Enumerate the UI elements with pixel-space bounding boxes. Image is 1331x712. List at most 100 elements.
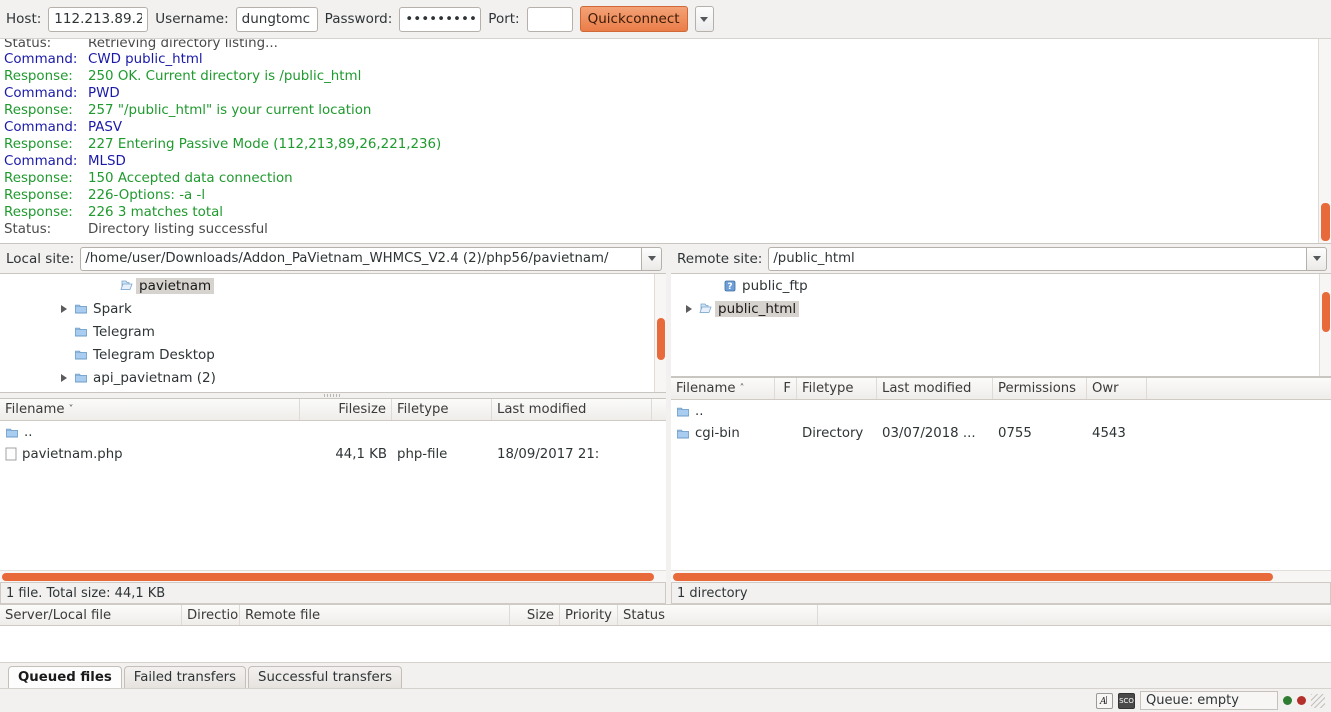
file-list-row[interactable]: .. — [0, 421, 666, 443]
message-log-pane[interactable]: Status: Retrieving directory listing... Co… — [0, 39, 1331, 244]
svg-text:A: A — [1099, 697, 1107, 706]
log-row-type: Status: — [4, 39, 52, 51]
queue-column-header-priority[interactable]: Priority — [560, 605, 618, 625]
column-header-filetype[interactable]: Filetype — [392, 399, 492, 420]
sort-descending-icon: ˅ — [68, 404, 74, 415]
queue-column-header-directio[interactable]: Directio — [182, 605, 240, 625]
scrollbar-thumb[interactable] — [1322, 292, 1330, 332]
tree-item-public-ftp[interactable]: ? public_ftp — [671, 274, 1331, 297]
file-name-cell: .. — [671, 404, 775, 419]
tree-item-pavietnam[interactable]: pavietnam — [0, 274, 666, 297]
scrollbar-thumb[interactable] — [1321, 203, 1330, 241]
message-log-list: Status: Retrieving directory listing... Co… — [0, 39, 1331, 238]
remote-site-dropdown-button[interactable] — [1306, 246, 1327, 271]
local-status-bar: 1 file. Total size: 44,1 KB — [0, 582, 666, 604]
remote-file-list-header: Filename ˄ F Filetype Last modified Permissio… — [671, 378, 1331, 400]
username-input[interactable] — [235, 6, 318, 32]
log-row-message: 226 3 matches total — [88, 205, 224, 220]
local-site-path-input[interactable]: /home/user/Downloads/Addon_PaVietnam_WHM… — [80, 246, 641, 271]
tree-item-icon — [118, 279, 136, 292]
queue-column-header-remote-file[interactable]: Remote file — [240, 605, 510, 625]
chevron-right-icon[interactable] — [56, 305, 72, 313]
remote-tree-vertical-scrollbar[interactable] — [1319, 274, 1331, 376]
remote-site-label: Remote site: — [677, 250, 763, 267]
tree-item-public-html[interactable]: public_html — [671, 297, 1331, 320]
tree-item-spark[interactable]: Spark — [0, 297, 666, 320]
column-header-filesize[interactable]: Filesize — [300, 399, 392, 420]
host-input[interactable] — [48, 6, 149, 32]
chevron-right-icon[interactable] — [56, 374, 72, 382]
remote-directory-tree[interactable]: ? public_ftp public_html — [671, 273, 1331, 377]
log-row: Response: 250 OK. Current directory is /p… — [0, 68, 1331, 85]
file-list-row[interactable]: pavietnam.php 44,1 KB php-file 18/09/2017 2… — [0, 443, 666, 465]
tree-item-telegram-desktop[interactable]: Telegram Desktop — [0, 343, 666, 366]
column-header-filename[interactable]: Filename ˅ — [0, 399, 300, 420]
log-row-message: MLSD — [88, 154, 126, 169]
chevron-right-icon[interactable] — [681, 305, 697, 313]
queue-column-header-size[interactable]: Size — [510, 605, 560, 625]
log-row-type: Response: — [4, 205, 73, 220]
tab-successful-transfers[interactable]: Successful transfers — [248, 666, 403, 688]
local-site-dropdown-button[interactable] — [641, 246, 662, 271]
local-file-list-body[interactable]: .. pavietnam.php 44,1 KB php-file 18/09/2017… — [0, 421, 666, 570]
column-header-label: Filetype — [397, 402, 449, 417]
local-directory-tree[interactable]: pavietnam Spark Telegram Telegram Desktop ap… — [0, 273, 666, 393]
remote-file-list: Filename ˄ F Filetype Last modified Permissio… — [671, 377, 1331, 582]
tab-failed-transfers[interactable]: Failed transfers — [123, 666, 247, 688]
local-file-list: Filename ˅ Filesize Filetype Last modified .… — [0, 398, 666, 582]
log-row-message: CWD public_html — [88, 52, 203, 67]
quickconnect-dropdown-button[interactable] — [694, 6, 714, 32]
remote-site-path-input[interactable]: /public_html — [768, 246, 1306, 271]
local-tree-vertical-scrollbar[interactable] — [654, 274, 666, 392]
resize-grip-icon[interactable] — [1311, 693, 1325, 708]
remote-list-horizontal-scrollbar[interactable] — [671, 570, 1331, 582]
file-list-row[interactable]: cgi-bin Directory 03/07/2018 ... 0755 4543 — [671, 422, 1331, 444]
queue-column-header-status[interactable]: Status — [618, 605, 818, 625]
file-name-label: .. — [24, 424, 33, 440]
tab-queued-files[interactable]: Queued files — [8, 666, 122, 688]
transfer-queue: Server/Local file Directio Remote file Size… — [0, 604, 1331, 688]
column-header-filetype[interactable]: Filetype — [797, 378, 877, 399]
column-header-permissions[interactable]: Permissions — [993, 378, 1087, 399]
message-log-vertical-scrollbar[interactable] — [1318, 39, 1331, 243]
log-row: Response: 257 "/public_html" is your curr… — [0, 102, 1331, 119]
tree-item-label: Spark — [93, 300, 132, 317]
remote-site-combo[interactable]: /public_html — [768, 246, 1327, 271]
column-header-owr[interactable]: Owr — [1087, 378, 1147, 399]
tree-item-api-pavietnam-2[interactable]: api_pavietnam (2) — [0, 366, 666, 389]
file-list-row[interactable]: .. — [671, 400, 1331, 422]
chevron-down-icon — [647, 256, 656, 261]
queue-body[interactable] — [0, 626, 1331, 662]
tree-item-label: pavietnam — [136, 277, 215, 294]
local-list-horizontal-scrollbar[interactable] — [0, 570, 666, 582]
column-header-f[interactable]: F — [775, 378, 797, 399]
queue-column-header-server-local-file[interactable]: Server/Local file — [0, 605, 182, 625]
folder-icon — [677, 407, 689, 416]
column-header-label: Filesize — [338, 402, 386, 417]
column-header-last-modified[interactable]: Last modified — [492, 399, 652, 420]
tree-item-label: Telegram — [93, 323, 155, 340]
chevron-down-icon — [700, 16, 709, 22]
column-header-label: Last modified — [882, 381, 972, 396]
file-row-icon — [676, 427, 690, 440]
scrollbar-thumb[interactable] — [2, 573, 654, 581]
column-header-last-modified[interactable]: Last modified — [877, 378, 993, 399]
transfer-type-icon[interactable]: A — [1096, 692, 1113, 709]
quickconnect-button[interactable]: Quickconnect — [579, 6, 688, 32]
port-label: Port: — [488, 11, 520, 27]
scrollbar-thumb[interactable] — [673, 573, 1273, 581]
log-row: Command: PASV — [0, 119, 1331, 136]
file-name-label: pavietnam.php — [22, 446, 123, 462]
local-site-combo[interactable]: /home/user/Downloads/Addon_PaVietnam_WHM… — [80, 246, 662, 271]
local-site-row: Local site: /home/user/Downloads/Addon_P… — [0, 244, 666, 273]
column-header-filename[interactable]: Filename ˄ — [671, 378, 775, 399]
port-input[interactable] — [526, 6, 573, 32]
queue-status-text: Queue: empty — [1146, 693, 1239, 708]
password-input[interactable] — [399, 6, 482, 32]
log-row-type: Response: — [4, 188, 73, 203]
scroll-lock-icon[interactable]: SCO — [1118, 692, 1135, 709]
file-filetype-cell: Directory — [802, 425, 864, 441]
scrollbar-thumb[interactable] — [657, 318, 665, 360]
tree-item-telegram[interactable]: Telegram — [0, 320, 666, 343]
remote-file-list-body[interactable]: .. cgi-bin Directory 03/07/2018 ... 0755 4543 — [671, 400, 1331, 570]
